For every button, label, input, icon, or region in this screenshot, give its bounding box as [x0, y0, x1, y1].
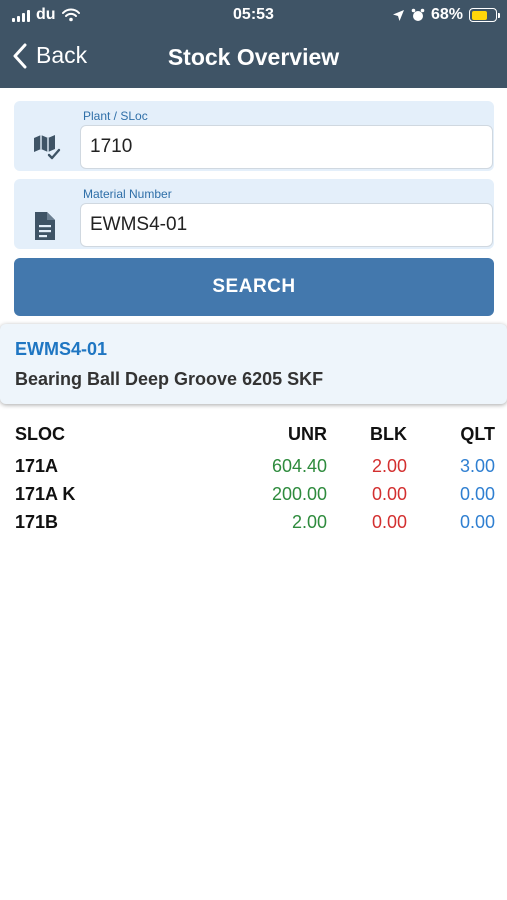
row-qlt: 0.00	[459, 512, 495, 532]
plant-input[interactable]	[80, 125, 493, 169]
document-icon	[35, 212, 55, 240]
table-row: 171A K 200.00 0.00 0.00	[15, 484, 495, 512]
location-arrow-icon	[392, 9, 404, 21]
stock-table: SLOC UNR BLK QLT 171A 604.40 2.00 3.00 1…	[15, 424, 495, 540]
material-input[interactable]	[80, 203, 493, 247]
nav-bar: Back Stock Overview	[0, 38, 507, 78]
header-sloc: SLOC	[15, 424, 66, 444]
back-button[interactable]: Back	[12, 42, 87, 69]
result-card[interactable]: EWMS4-01 Bearing Ball Deep Groove 6205 S…	[0, 324, 507, 404]
header-qlt: QLT	[460, 424, 495, 444]
row-sloc: 171A	[15, 456, 59, 476]
row-blk: 0.00	[371, 484, 407, 504]
map-check-icon	[34, 135, 61, 160]
table-row: 171A 604.40 2.00 3.00	[15, 456, 495, 484]
material-field: Material Number	[14, 179, 494, 249]
table-row: 171B 2.00 0.00 0.00	[15, 512, 495, 540]
status-bar: du 05:53 68%	[0, 0, 507, 30]
row-qlt: 0.00	[459, 484, 495, 504]
battery-percent: 68%	[430, 6, 463, 23]
row-unr: 604.40	[271, 456, 327, 476]
table-header: SLOC UNR BLK QLT	[15, 424, 495, 456]
row-unr: 2.00	[291, 512, 327, 532]
row-blk: 0.00	[371, 512, 407, 532]
chevron-left-icon	[13, 43, 27, 68]
header-unr: UNR	[288, 424, 327, 444]
row-blk: 2.00	[371, 456, 407, 476]
result-description: Bearing Ball Deep Groove 6205 SKF	[15, 369, 324, 389]
row-unr: 200.00	[271, 484, 327, 504]
result-material-number: EWMS4-01	[15, 339, 108, 359]
plant-field: Plant / SLoc	[14, 101, 494, 171]
back-label: Back	[36, 42, 88, 68]
plant-label: Plant / SLoc	[83, 109, 148, 123]
battery-icon	[469, 8, 500, 22]
row-qlt: 3.00	[459, 456, 495, 476]
alarm-clock-icon	[411, 8, 425, 21]
search-button[interactable]: SEARCH	[14, 258, 494, 316]
status-right: 68%	[392, 6, 500, 24]
row-sloc: 171B	[15, 512, 59, 532]
header-blk: BLK	[370, 424, 407, 444]
app-header: du 05:53 68% Back Stock Overview	[0, 0, 507, 88]
material-label: Material Number	[83, 187, 172, 201]
row-sloc: 171A K	[15, 484, 76, 504]
